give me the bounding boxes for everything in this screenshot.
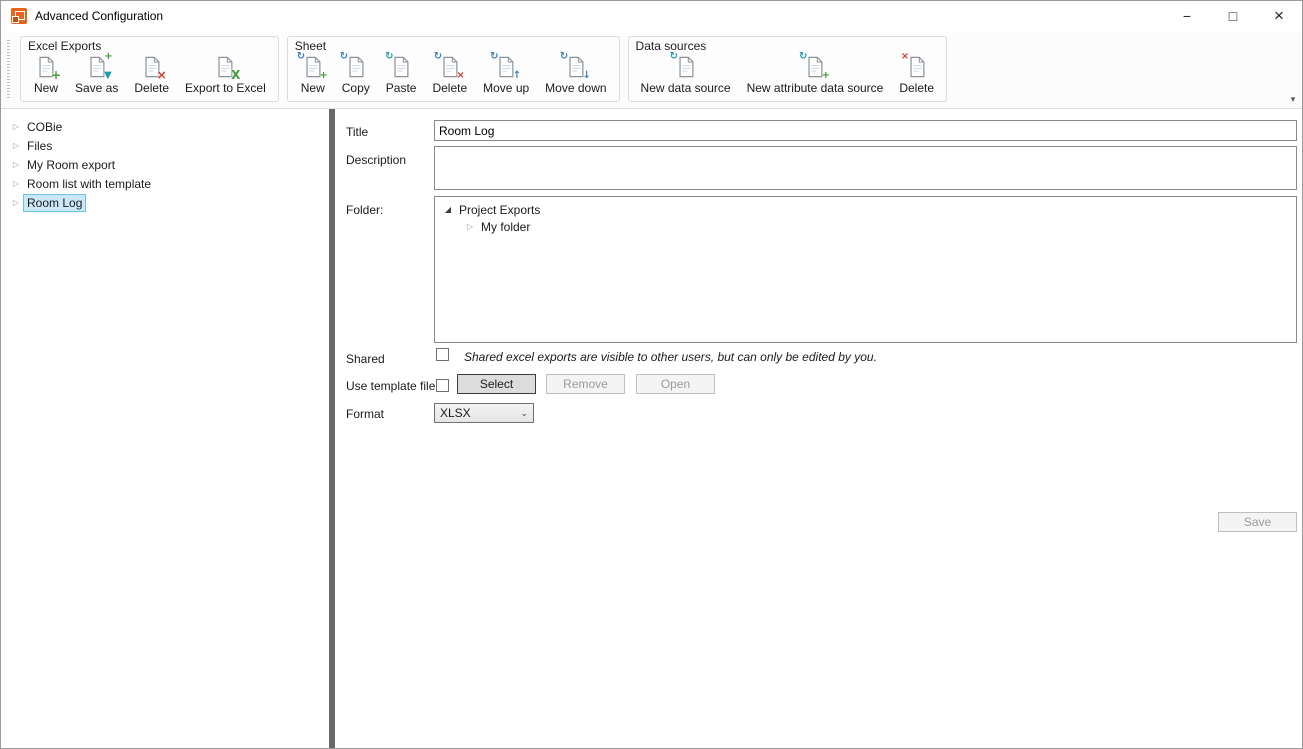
title-input[interactable]: [434, 120, 1297, 141]
chevron-right-icon[interactable]: ▷: [9, 141, 23, 150]
tree-item-room-list-with-template[interactable]: ▷ Room list with template: [1, 174, 329, 193]
format-dropdown[interactable]: XLSX ⌄: [434, 403, 534, 423]
excel-exports-save-as-button[interactable]: + ▼ Save as: [67, 53, 126, 96]
new-data-source-icon: ↻: [673, 54, 699, 80]
shared-hint-text: Shared excel exports are visible to othe…: [464, 350, 877, 364]
close-icon: ×: [1274, 6, 1284, 26]
excel-exports-new-button[interactable]: + New: [25, 53, 67, 96]
save-button[interactable]: Save: [1218, 512, 1297, 532]
plus-badge-icon: +: [319, 71, 327, 81]
group-label: Excel Exports: [25, 38, 274, 53]
save-arrow-icon: ▼: [104, 71, 112, 81]
arrow-down-badge-icon: ↓: [582, 71, 590, 81]
minimize-icon: −: [1183, 8, 1191, 24]
chevron-right-icon[interactable]: ▷: [9, 198, 23, 207]
sheet-paste-button[interactable]: ↻ Paste: [378, 53, 425, 96]
use-template-file-label: Use template file: [346, 379, 435, 393]
folder-tree: ◢ Project Exports ▷ My folder: [434, 196, 1297, 343]
tree-item-files[interactable]: ▷ Files: [1, 136, 329, 155]
chevron-expanded-icon[interactable]: ◢: [441, 205, 455, 214]
format-selected-value: XLSX: [440, 406, 471, 420]
toolbar: Excel Exports + New + ▼ Save as: [1, 31, 1302, 109]
folder-label: Folder:: [346, 203, 383, 217]
sheet-move-down-button[interactable]: ↻ ↓ Move down: [537, 53, 614, 96]
new-attribute-data-source-icon: ↻ +: [802, 54, 828, 80]
toolbar-overflow-chevron-icon[interactable]: ▾: [1287, 94, 1299, 105]
excel-badge-icon: X: [231, 69, 240, 81]
tree-item-room-log[interactable]: ▷ Room Log: [1, 193, 329, 212]
delete-document-icon: ×: [139, 54, 165, 80]
excel-exports-delete-button[interactable]: × Delete: [126, 53, 177, 96]
window-controls: − □ ×: [1164, 1, 1302, 31]
cross-badge-icon: ×: [456, 71, 464, 81]
toolbar-group-data-sources: Data sources ↻ New data source ↻ + New a: [628, 36, 947, 102]
sheet-move-up-button[interactable]: ↻ ↑ Move up: [475, 53, 537, 96]
select-template-button[interactable]: Select: [457, 374, 536, 394]
save-as-icon: + ▼: [84, 54, 110, 80]
window-title: Advanced Configuration: [35, 9, 163, 23]
use-template-file-checkbox[interactable]: [436, 379, 449, 392]
folder-item-project-exports[interactable]: ◢ Project Exports: [435, 201, 1296, 218]
refresh-badge-icon: ↻: [434, 52, 442, 62]
tree-item-my-room-export[interactable]: ▷ My Room export: [1, 155, 329, 174]
sheet-copy-button[interactable]: ↻ Copy: [334, 53, 378, 96]
plus-badge-icon: +: [104, 52, 112, 62]
maximize-button[interactable]: □: [1210, 1, 1256, 31]
refresh-badge-icon: ↻: [385, 52, 393, 62]
format-label: Format: [346, 407, 384, 421]
refresh-badge-icon: ↻: [490, 52, 498, 62]
refresh-badge-icon: ↻: [297, 52, 305, 62]
remove-template-button[interactable]: Remove: [546, 374, 625, 394]
new-data-source-button[interactable]: ↻ New data source: [633, 53, 739, 96]
group-label: Data sources: [633, 38, 942, 53]
refresh-badge-icon: ↻: [560, 52, 568, 62]
data-sources-delete-button[interactable]: × Delete: [891, 53, 942, 96]
new-document-icon: +: [33, 54, 59, 80]
delete-data-source-icon: ×: [904, 54, 930, 80]
move-up-icon: ↻ ↑: [493, 54, 519, 80]
export-to-excel-button[interactable]: X Export to Excel: [177, 53, 274, 96]
title-label: Title: [346, 125, 368, 139]
chevron-right-icon[interactable]: ▷: [9, 122, 23, 131]
description-label: Description: [346, 153, 406, 167]
new-attribute-data-source-button[interactable]: ↻ + New attribute data source: [739, 53, 892, 96]
toolbar-grip[interactable]: [7, 40, 10, 100]
folder-item-my-folder[interactable]: ▷ My folder: [435, 218, 1296, 235]
move-down-icon: ↻ ↓: [563, 54, 589, 80]
app-icon: [11, 8, 27, 24]
plus-badge-icon: +: [822, 71, 830, 81]
title-bar: Advanced Configuration − □ ×: [1, 1, 1302, 31]
advanced-configuration-window: Advanced Configuration − □ × Excel Expor…: [0, 0, 1303, 749]
close-button[interactable]: ×: [1256, 1, 1302, 31]
description-input[interactable]: [434, 146, 1297, 190]
refresh-badge-icon: ↻: [799, 52, 807, 62]
cross-badge-icon: ×: [157, 69, 167, 81]
toolbar-group-sheet: Sheet ↻ + New ↻ Copy: [287, 36, 620, 102]
open-template-button[interactable]: Open: [636, 374, 715, 394]
cross-badge-icon: ×: [901, 52, 909, 62]
delete-sheet-icon: ↻ ×: [437, 54, 463, 80]
sheet-new-button[interactable]: ↻ + New: [292, 53, 334, 96]
chevron-right-icon[interactable]: ▷: [9, 160, 23, 169]
toolbar-group-excel-exports: Excel Exports + New + ▼ Save as: [20, 36, 279, 102]
copy-sheet-icon: ↻: [343, 54, 369, 80]
refresh-badge-icon: ↻: [340, 52, 348, 62]
maximize-icon: □: [1229, 8, 1237, 24]
chevron-right-icon[interactable]: ▷: [463, 222, 477, 231]
export-tree-panel: ▷ COBie ▷ Files ▷ My Room export ▷ Room …: [1, 109, 329, 748]
plus-badge-icon: +: [51, 69, 61, 81]
refresh-badge-icon: ↻: [670, 52, 678, 62]
paste-sheet-icon: ↻: [388, 54, 414, 80]
minimize-button[interactable]: −: [1164, 1, 1210, 31]
sheet-delete-button[interactable]: ↻ × Delete: [424, 53, 475, 96]
shared-checkbox[interactable]: [436, 348, 449, 361]
shared-label: Shared: [346, 352, 385, 366]
new-sheet-icon: ↻ +: [300, 54, 326, 80]
chevron-right-icon[interactable]: ▷: [9, 179, 23, 188]
chevron-down-icon: ⌄: [520, 408, 528, 419]
tree-item-cobie[interactable]: ▷ COBie: [1, 117, 329, 136]
export-detail-panel: Title Description Folder: ◢ Project Expo…: [335, 109, 1302, 748]
export-to-excel-icon: X: [212, 54, 238, 80]
arrow-up-badge-icon: ↑: [513, 71, 521, 81]
